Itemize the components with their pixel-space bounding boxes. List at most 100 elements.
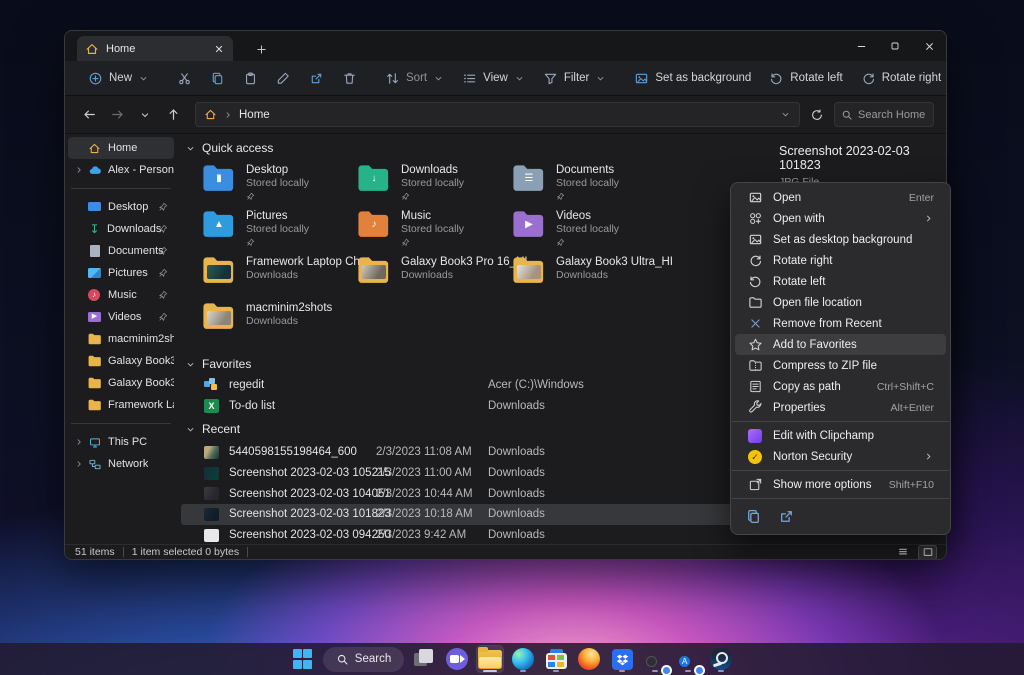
thumbnail-view-button[interactable] bbox=[919, 546, 936, 559]
chevron-right-icon[interactable] bbox=[74, 459, 84, 469]
taskbar-app-chrome-profile-2[interactable]: A bbox=[675, 646, 701, 672]
menu-item-open[interactable]: OpenEnter bbox=[735, 187, 946, 208]
close-button[interactable] bbox=[912, 31, 946, 61]
tile-framework-laptop[interactable]: Framework Laptop Chro...Downloads bbox=[202, 253, 357, 299]
tile-videos[interactable]: ▶ VideosStored locally bbox=[512, 207, 667, 253]
filter-button[interactable]: Filter bbox=[534, 64, 616, 92]
menu-item-remove-from-recent[interactable]: Remove from Recent bbox=[735, 313, 946, 334]
tile-galaxy-book3-pro[interactable]: Galaxy Book3 Pro 16_HIDownloads bbox=[357, 253, 512, 299]
start-button[interactable] bbox=[290, 646, 316, 672]
set-as-background-button[interactable]: Set as background bbox=[625, 64, 760, 92]
share-button[interactable] bbox=[300, 64, 333, 92]
trash-icon bbox=[342, 71, 357, 86]
section-header-recent[interactable]: Recent bbox=[177, 419, 761, 439]
maximize-button[interactable] bbox=[878, 31, 912, 61]
recent-row[interactable]: 5440598155198464_6002/3/2023 11:08 AMDow… bbox=[177, 442, 761, 463]
sidebar-item-downloads[interactable]: ↧ Downloads bbox=[68, 218, 174, 240]
details-view-button[interactable] bbox=[894, 546, 911, 559]
back-button[interactable] bbox=[77, 103, 101, 127]
recent-row[interactable]: Screenshot 2023-02-03 0942502/3/2023 9:4… bbox=[177, 525, 761, 544]
tab-home[interactable]: Home bbox=[77, 36, 233, 61]
tile-macminim2shots[interactable]: macminim2shotsDownloads bbox=[202, 299, 357, 345]
sidebar-item-network[interactable]: Network bbox=[68, 453, 174, 475]
tab-close-icon[interactable] bbox=[213, 43, 225, 55]
search-input[interactable] bbox=[858, 109, 927, 121]
copy-button[interactable] bbox=[201, 64, 234, 92]
breadcrumb-root[interactable]: Home bbox=[239, 109, 270, 121]
recent-row[interactable]: Screenshot 2023-02-03 1040512/3/2023 10:… bbox=[177, 483, 761, 504]
delete-button[interactable] bbox=[333, 64, 366, 92]
menu-item-open-with[interactable]: Open with bbox=[735, 208, 946, 229]
menu-item-edit-with-clipchamp[interactable]: Edit with Clipchamp bbox=[735, 425, 946, 446]
menu-item-show-more-options[interactable]: Show more optionsShift+F10 bbox=[735, 474, 946, 495]
copy-icon[interactable] bbox=[745, 508, 762, 525]
sidebar-item-documents[interactable]: Documents bbox=[68, 240, 174, 262]
sidebar-item-galaxy-book3-ultra[interactable]: Galaxy Book3 Ultra_ bbox=[68, 350, 174, 372]
menu-item-compress-to-zip[interactable]: Compress to ZIP file bbox=[735, 355, 946, 376]
taskbar-app-video[interactable] bbox=[444, 646, 470, 672]
tile-pictures[interactable]: ▲ PicturesStored locally bbox=[202, 207, 357, 253]
sidebar-item-music[interactable]: ♪ Music bbox=[68, 284, 174, 306]
taskbar-app-chrome-profile-1[interactable] bbox=[642, 646, 668, 672]
recent-row-selected[interactable]: Screenshot 2023-02-03 1018232/3/2023 10:… bbox=[181, 504, 755, 525]
section-header-quick-access[interactable]: Quick access bbox=[177, 138, 761, 158]
taskbar-app-dropbox[interactable] bbox=[609, 646, 635, 672]
firefox-icon bbox=[578, 648, 600, 670]
folder-icon bbox=[88, 399, 102, 411]
forward-button[interactable] bbox=[105, 103, 129, 127]
breadcrumb[interactable]: Home bbox=[195, 102, 800, 127]
tile-galaxy-book3-ultra[interactable]: Galaxy Book3 Ultra_HIDownloads bbox=[512, 253, 667, 299]
menu-item-open-file-location[interactable]: Open file location bbox=[735, 292, 946, 313]
new-button[interactable]: New bbox=[79, 64, 158, 92]
taskbar-app-edge[interactable] bbox=[510, 646, 536, 672]
rotate-right-button[interactable]: Rotate right bbox=[852, 64, 947, 92]
menu-item-norton-security[interactable]: ✓ Norton Security bbox=[735, 446, 946, 467]
taskbar-app-steam[interactable] bbox=[708, 646, 734, 672]
sort-button[interactable]: Sort bbox=[376, 64, 453, 92]
new-tab-button[interactable] bbox=[251, 39, 271, 59]
sidebar-item-desktop[interactable]: Desktop bbox=[68, 196, 174, 218]
chevron-right-icon[interactable] bbox=[74, 165, 84, 175]
sidebar-item-framework-laptop[interactable]: Framework Laptop bbox=[68, 394, 174, 416]
rotate-left-button[interactable]: Rotate left bbox=[760, 64, 851, 92]
taskbar-app-file-explorer[interactable] bbox=[477, 646, 503, 672]
favorite-row-regedit[interactable]: regedit Acer (C:)\Windows bbox=[177, 374, 761, 395]
up-button[interactable] bbox=[161, 103, 185, 127]
tile-desktop[interactable]: ▮ DesktopStored locally bbox=[202, 161, 357, 207]
chevron-right-icon[interactable] bbox=[74, 437, 84, 447]
share-icon[interactable] bbox=[778, 508, 795, 525]
sidebar-item-videos[interactable]: ▶ Videos bbox=[68, 306, 174, 328]
taskbar-app-firefox[interactable] bbox=[576, 646, 602, 672]
menu-item-rotate-left[interactable]: Rotate left bbox=[735, 271, 946, 292]
menu-item-copy-as-path[interactable]: Copy as pathCtrl+Shift+C bbox=[735, 376, 946, 397]
address-dropdown-icon[interactable] bbox=[780, 109, 791, 120]
taskbar-search[interactable]: Search bbox=[323, 647, 404, 672]
taskbar-app-snip-overlay[interactable] bbox=[411, 646, 437, 672]
menu-item-rotate-right[interactable]: Rotate right bbox=[735, 250, 946, 271]
tile-downloads[interactable]: ↓ DownloadsStored locally bbox=[357, 161, 512, 207]
menu-item-add-to-favorites[interactable]: Add to Favorites bbox=[735, 334, 946, 355]
sidebar-item-onedrive[interactable]: Alex - Personal bbox=[68, 159, 174, 181]
minimize-button[interactable] bbox=[844, 31, 878, 61]
paste-button[interactable] bbox=[234, 64, 267, 92]
favorite-row-to-do-list[interactable]: X To-do list Downloads bbox=[177, 395, 761, 416]
sidebar-item-home[interactable]: Home bbox=[68, 137, 174, 159]
tile-documents[interactable]: ☰ DocumentsStored locally bbox=[512, 161, 667, 207]
sidebar-item-macminim2shots[interactable]: macminim2shots bbox=[68, 328, 174, 350]
view-button[interactable]: View bbox=[453, 64, 534, 92]
menu-item-set-as-desktop-background[interactable]: Set as desktop background bbox=[735, 229, 946, 250]
sidebar-item-galaxy-book3-pro[interactable]: Galaxy Book3 Pro 1 bbox=[68, 372, 174, 394]
cut-icon bbox=[177, 71, 192, 86]
sidebar-item-this-pc[interactable]: This PC bbox=[68, 431, 174, 453]
taskbar-app-store[interactable] bbox=[543, 646, 569, 672]
section-header-favorites[interactable]: Favorites bbox=[177, 354, 761, 374]
tile-music[interactable]: ♪ MusicStored locally bbox=[357, 207, 512, 253]
search-box[interactable] bbox=[834, 102, 934, 127]
menu-item-properties[interactable]: PropertiesAlt+Enter bbox=[735, 397, 946, 418]
sidebar-item-pictures[interactable]: Pictures bbox=[68, 262, 174, 284]
rename-button[interactable] bbox=[267, 64, 300, 92]
recent-row[interactable]: Screenshot 2023-02-03 1052152/3/2023 11:… bbox=[177, 463, 761, 484]
refresh-button[interactable] bbox=[804, 103, 830, 127]
cut-button[interactable] bbox=[168, 64, 201, 92]
recent-locations-button[interactable] bbox=[133, 103, 157, 127]
